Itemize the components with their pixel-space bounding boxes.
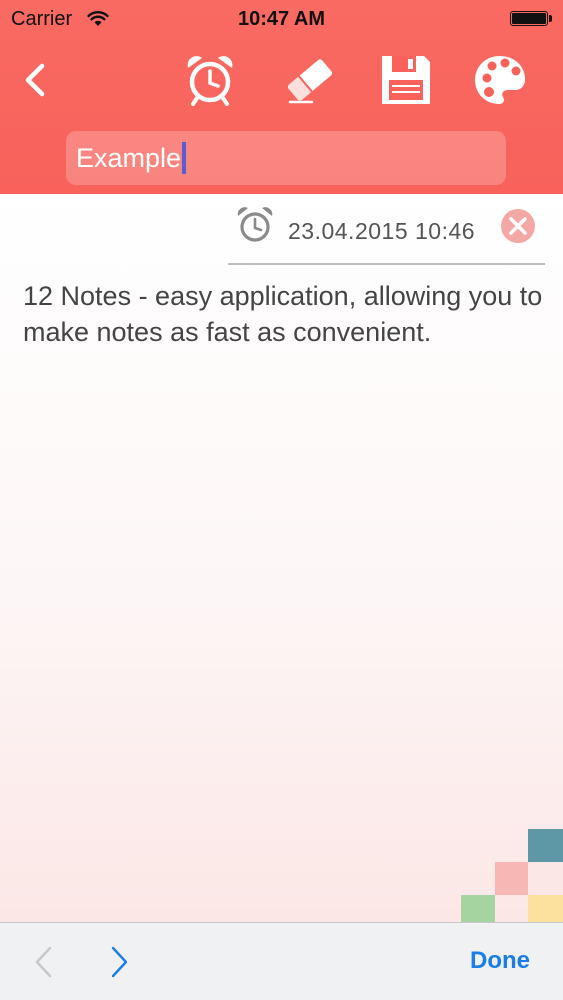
- decorative-pixel-teal: [528, 829, 563, 862]
- note-title-input[interactable]: Example: [66, 131, 506, 185]
- battery-icon: [510, 11, 548, 26]
- decorative-pixel-green: [461, 895, 495, 922]
- status-bar: Carrier 10:47 AM: [0, 0, 563, 38]
- decorative-pixel-yellow: [528, 895, 563, 922]
- next-chevron-icon[interactable]: [105, 944, 133, 980]
- remove-alarm-icon[interactable]: [500, 208, 536, 244]
- text-caret: [182, 141, 187, 174]
- battery-tip: [549, 15, 552, 22]
- note-body-text[interactable]: 12 Notes - easy application, allowing yo…: [23, 278, 543, 350]
- alarm-divider: [228, 263, 545, 265]
- eraser-icon[interactable]: [282, 52, 338, 108]
- alarm-clock-icon[interactable]: [182, 52, 238, 108]
- clock-time: 10:47 AM: [237, 8, 326, 30]
- decorative-pixel-light: [528, 862, 563, 895]
- floppy-disk-icon[interactable]: [378, 52, 434, 108]
- back-chevron-icon[interactable]: [20, 60, 52, 100]
- palette-icon[interactable]: [472, 52, 528, 108]
- decorative-pixel-pink: [495, 862, 528, 895]
- previous-chevron-icon[interactable]: [30, 944, 58, 980]
- alarm-datetime: 23.04.2015 10:46: [288, 218, 476, 244]
- alarm-clock-icon-small: [235, 205, 275, 245]
- done-button[interactable]: Done: [470, 947, 530, 975]
- note-title-text: Example: [76, 143, 182, 173]
